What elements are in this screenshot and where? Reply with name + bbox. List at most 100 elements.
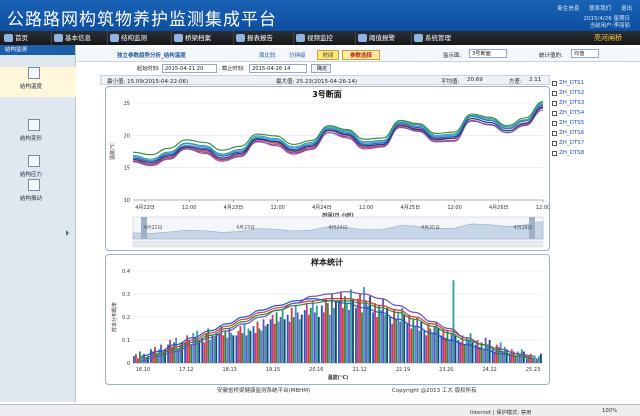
status-zoom[interactable]: 100%	[602, 408, 617, 414]
trend-chart[interactable]: 3号断面 10 15 20 25 温度/℃ 4月22日 12:00 4月23日 12:00 4月24…	[106, 87, 550, 250]
sidebar-item-deformation[interactable]: 结构变形	[0, 119, 76, 149]
histogram-bar	[444, 337, 447, 363]
legend-checkbox[interactable]	[552, 91, 557, 96]
histogram-bar	[533, 356, 536, 363]
sidebar-item-temperature[interactable]: 结构温度	[0, 67, 76, 97]
histogram-bar	[406, 323, 409, 363]
nav-alarm[interactable]: 阈值报警	[356, 31, 412, 45]
section-select[interactable]: 3号断面	[469, 49, 507, 58]
tab-trend-analysis[interactable]: 独立参数趋势分析_结构温度	[117, 51, 186, 59]
legend-checkbox[interactable]	[552, 81, 557, 86]
histogram-bar	[224, 330, 227, 363]
histogram-bar	[346, 303, 348, 363]
histogram-bar	[482, 349, 485, 363]
nav-system[interactable]: 系统管理	[412, 31, 472, 45]
histogram-bar	[222, 335, 225, 363]
histogram-bar	[196, 330, 199, 363]
header-link-logout[interactable]: 退出	[621, 6, 632, 12]
histogram-bar	[401, 307, 404, 363]
nav-label: 桥梁档案	[185, 34, 211, 42]
stat-var: 2.11	[529, 77, 542, 83]
x-tick-label: 22.19	[396, 367, 410, 373]
header-info: 2015/4/26 星期日 当前用户:李丽丽	[584, 16, 630, 30]
histogram-bar	[486, 344, 489, 363]
end-time-input[interactable]: 2015-04-26 14	[249, 64, 307, 73]
section-label: 监示面:	[443, 53, 462, 59]
main-nav: 首页 基本信息 结构监测 桥梁档案 报表报告 视频监控 阈值报警 系统管理 亮河…	[0, 31, 640, 45]
sidebar-collapse-arrow[interactable]	[66, 230, 69, 236]
histogram-bar	[264, 326, 267, 363]
histogram-bar	[286, 314, 289, 363]
legend-checkbox[interactable]	[552, 111, 557, 116]
histogram-bar	[262, 319, 265, 363]
app-title: 公路路网构筑物养护监测集成平台	[7, 10, 277, 30]
histogram-bar	[249, 330, 252, 363]
histogram-bar	[328, 314, 331, 363]
tab-day-compare[interactable]: 周比较	[259, 51, 276, 59]
legend-checkbox[interactable]	[552, 141, 557, 146]
tab-hour[interactable]: 时间	[317, 50, 339, 60]
y-tick-label: 0.4	[122, 269, 130, 275]
nav-video[interactable]: 视频监控	[294, 31, 356, 45]
home-icon	[4, 34, 13, 42]
histogram-bar	[440, 335, 443, 363]
legend-checkbox[interactable]	[552, 131, 557, 136]
histogram-bar	[359, 294, 361, 363]
start-time-label: 起始时刻:	[137, 66, 160, 72]
sidebar-heading: 结构监测	[0, 45, 75, 55]
nav-bridge-archive[interactable]: 桥梁档案	[172, 31, 234, 45]
legend-label: ZH_DTS1	[559, 80, 585, 86]
nav-home[interactable]: 首页	[2, 31, 52, 45]
x-tick-label: 19.15	[266, 367, 280, 373]
histogram-bar	[273, 323, 276, 363]
histogram-bar	[518, 353, 521, 363]
x-tick-label: 21.12	[353, 367, 367, 373]
histogram-bar	[344, 296, 346, 363]
navigator-label: 4月22日	[144, 225, 163, 231]
sidebar-item-vibration[interactable]: 结构振动	[0, 179, 76, 209]
histogram-bar	[352, 298, 354, 363]
legend-label: ZH_DTS7	[559, 140, 585, 146]
nav-structure-monitor[interactable]: 结构监测	[108, 31, 172, 45]
x-tick-label: 12:00	[447, 205, 461, 211]
histogram-bar	[235, 335, 238, 363]
nav-label: 报表报告	[247, 34, 273, 42]
histogram-bar	[355, 307, 357, 363]
trend-chart-panel: 3号断面 10 15 20 25 温度/℃ 4月22日 12:00 4月23日 12:00 4月24…	[105, 86, 550, 251]
histogram-bar	[303, 310, 306, 363]
histogram-bar	[410, 328, 413, 363]
histogram-bar	[215, 333, 218, 363]
histogram-bar	[397, 312, 400, 363]
histogram-bar	[514, 356, 517, 363]
histogram-bar	[384, 314, 387, 363]
histogram-bar	[334, 300, 337, 363]
histogram-bar	[386, 307, 389, 363]
legend-checkbox[interactable]	[552, 151, 557, 156]
y-axis-label: 样本分布概率	[111, 302, 118, 332]
start-time-value: 2015-04-21 20	[165, 66, 204, 72]
nav-reports[interactable]: 报表报告	[234, 31, 294, 45]
header-link-news[interactable]: 新生信息	[557, 6, 579, 12]
histogram-bar	[211, 335, 214, 363]
legend-checkbox[interactable]	[552, 121, 557, 126]
histogram-bar	[226, 337, 229, 363]
x-tick-label: 23.20	[439, 367, 453, 373]
series-legend: ZH_DTS1 ZH_DTS2 ZH_DTS3 ZH_DTS4 ZH_DTS5 ZH_DT…	[552, 79, 592, 161]
stat-type-select[interactable]: 均值	[571, 49, 599, 58]
navigator-label: 4月25日	[421, 225, 440, 231]
app-header: 公路路网构筑物养护监测集成平台 新生信息 联系我们 退出 2015/4/26 星…	[0, 0, 640, 31]
histogram-bar	[452, 280, 455, 363]
nav-basic-info[interactable]: 基本信息	[52, 31, 108, 45]
histogram-bar	[539, 353, 542, 363]
x-tick-label: 17.12	[179, 367, 193, 373]
legend-checkbox[interactable]	[552, 101, 557, 106]
header-link-contact[interactable]: 联系我们	[589, 6, 611, 12]
sidebar-item-label: 结构振动	[20, 196, 43, 202]
confirm-button[interactable]: 确定	[311, 64, 331, 73]
start-time-input[interactable]: 2015-04-21 20	[162, 64, 217, 73]
x-tick-label: 24.22	[483, 367, 497, 373]
histogram-bar	[389, 317, 392, 363]
param-select-button[interactable]: 参数选择	[342, 50, 380, 60]
tab-minute[interactable]: 分钟级	[289, 51, 306, 59]
report-icon	[236, 34, 245, 42]
